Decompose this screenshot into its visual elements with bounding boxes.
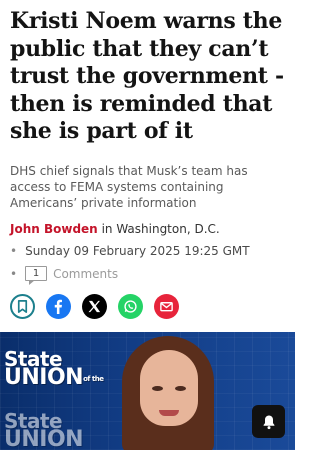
bell-icon	[263, 415, 274, 429]
x-icon	[88, 300, 101, 313]
bookmark-button[interactable]	[10, 294, 35, 319]
state-of-the-union-logo-reflection: State UNION	[4, 409, 84, 450]
bullet-icon: •	[10, 244, 18, 258]
article-headline: Kristi Noem warns the public that they c…	[10, 8, 284, 144]
email-share-button[interactable]	[154, 294, 179, 319]
comment-count-badge: 1	[25, 266, 48, 285]
state-of-the-union-logo: State UNIONof the	[4, 347, 104, 390]
publish-date: Sunday 09 February 2025 19:25 GMT	[25, 244, 250, 258]
facebook-share-button[interactable]	[46, 294, 71, 319]
byline: John Bowden in Washington, D.C.	[10, 222, 220, 236]
share-bar	[10, 294, 179, 319]
notification-button[interactable]	[252, 405, 285, 438]
whatsapp-icon	[124, 300, 137, 313]
article-standfirst: DHS chief signals that Musk’s team has a…	[10, 164, 248, 210]
email-icon	[160, 302, 173, 312]
publish-date-row: • Sunday 09 February 2025 19:25 GMT	[10, 244, 250, 258]
byline-location: in Washington, D.C.	[101, 222, 220, 236]
bullet-icon: •	[10, 266, 18, 281]
facebook-icon	[54, 299, 62, 314]
comments-link[interactable]: • 1 Comments	[10, 266, 119, 285]
whatsapp-share-button[interactable]	[118, 294, 143, 319]
hero-person	[118, 332, 218, 450]
author-link[interactable]: John Bowden	[10, 222, 98, 236]
x-share-button[interactable]	[82, 294, 107, 319]
bookmark-icon	[17, 300, 28, 313]
comments-label: Comments	[53, 266, 119, 281]
